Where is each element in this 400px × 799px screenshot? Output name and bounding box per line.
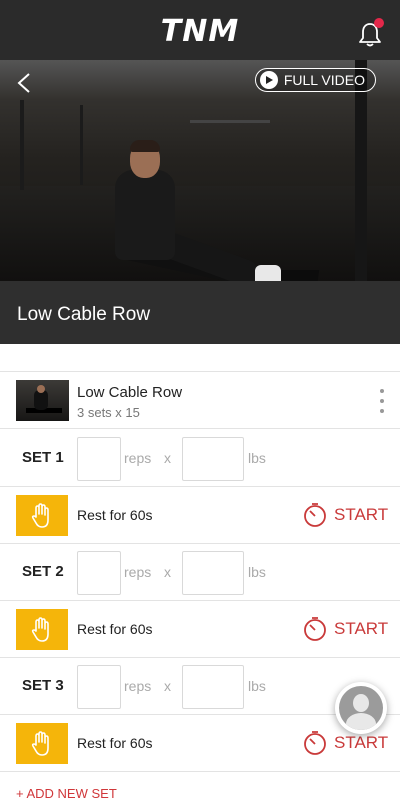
notification-dot <box>374 18 384 28</box>
video-scene-person <box>115 170 175 260</box>
top-bar: TNM <box>0 0 400 60</box>
timer-icon <box>304 617 326 641</box>
avatar-icon <box>339 686 383 730</box>
exercise-sets-summary: 3 sets x 15 <box>77 405 140 420</box>
video-scene-rack <box>20 100 24 190</box>
exercise-title: Low Cable Row <box>17 304 151 325</box>
app-logo: TNM <box>160 14 240 49</box>
start-timer-button[interactable]: START <box>303 502 388 528</box>
weight-input[interactable] <box>182 437 244 481</box>
full-video-label: FULL VIDEO <box>283 72 365 88</box>
times-sign: x <box>164 678 171 694</box>
weight-unit: lbs <box>248 678 266 694</box>
exercise-thumbnail <box>16 380 69 421</box>
start-timer-button[interactable]: START <box>303 730 388 756</box>
video-scene-column <box>355 60 367 281</box>
timer-icon <box>304 503 326 527</box>
avatar-button[interactable] <box>335 682 387 734</box>
play-icon <box>259 71 278 89</box>
hand-icon <box>16 495 68 536</box>
video-scene-person-hair <box>130 140 160 152</box>
exercise-title-bar: Low Cable Row <box>0 281 400 344</box>
reps-input[interactable] <box>77 437 121 481</box>
set-label: SET 2 <box>22 563 64 580</box>
rest-label: Rest for 60s <box>77 507 153 523</box>
exercise-name: Low Cable Row <box>77 384 183 401</box>
hand-icon <box>16 609 68 650</box>
times-sign: x <box>164 450 171 466</box>
hand-icon <box>16 723 68 764</box>
video-scene-shoe <box>255 265 281 281</box>
rest-row: Rest for 60s START <box>0 601 400 658</box>
timer-icon <box>304 731 326 755</box>
rest-row: Rest for 60s START <box>0 487 400 544</box>
start-timer-button[interactable]: START <box>303 616 388 642</box>
full-video-button[interactable]: FULL VIDEO <box>254 68 376 92</box>
more-vertical-icon[interactable] <box>378 389 386 413</box>
reps-input[interactable] <box>77 551 121 595</box>
weight-input[interactable] <box>182 665 244 709</box>
set-row: SET 2 reps x lbs <box>0 544 400 601</box>
start-label: START <box>334 505 389 524</box>
video-scene-bar <box>190 120 270 123</box>
rest-label: Rest for 60s <box>77 735 153 751</box>
add-new-set-button[interactable]: + ADD NEW SET <box>16 786 117 799</box>
start-label: START <box>334 733 389 752</box>
weight-unit: lbs <box>248 450 266 466</box>
exercise-video[interactable]: FULL VIDEO <box>0 60 400 281</box>
video-scene-rack <box>80 105 83 185</box>
bell-icon[interactable] <box>358 18 384 48</box>
reps-input[interactable] <box>77 665 121 709</box>
start-label: START <box>334 619 389 638</box>
reps-unit: reps <box>124 564 152 580</box>
weight-unit: lbs <box>248 564 266 580</box>
reps-unit: reps <box>124 678 152 694</box>
set-label: SET 1 <box>22 449 64 466</box>
times-sign: x <box>164 564 171 580</box>
exercise-summary-row[interactable]: Low Cable Row 3 sets x 15 <box>0 371 400 429</box>
set-label: SET 3 <box>22 677 64 694</box>
set-row: SET 1 reps x lbs <box>0 430 400 487</box>
rest-label: Rest for 60s <box>77 621 153 637</box>
weight-input[interactable] <box>182 551 244 595</box>
reps-unit: reps <box>124 450 152 466</box>
back-arrow-icon[interactable] <box>14 72 36 94</box>
